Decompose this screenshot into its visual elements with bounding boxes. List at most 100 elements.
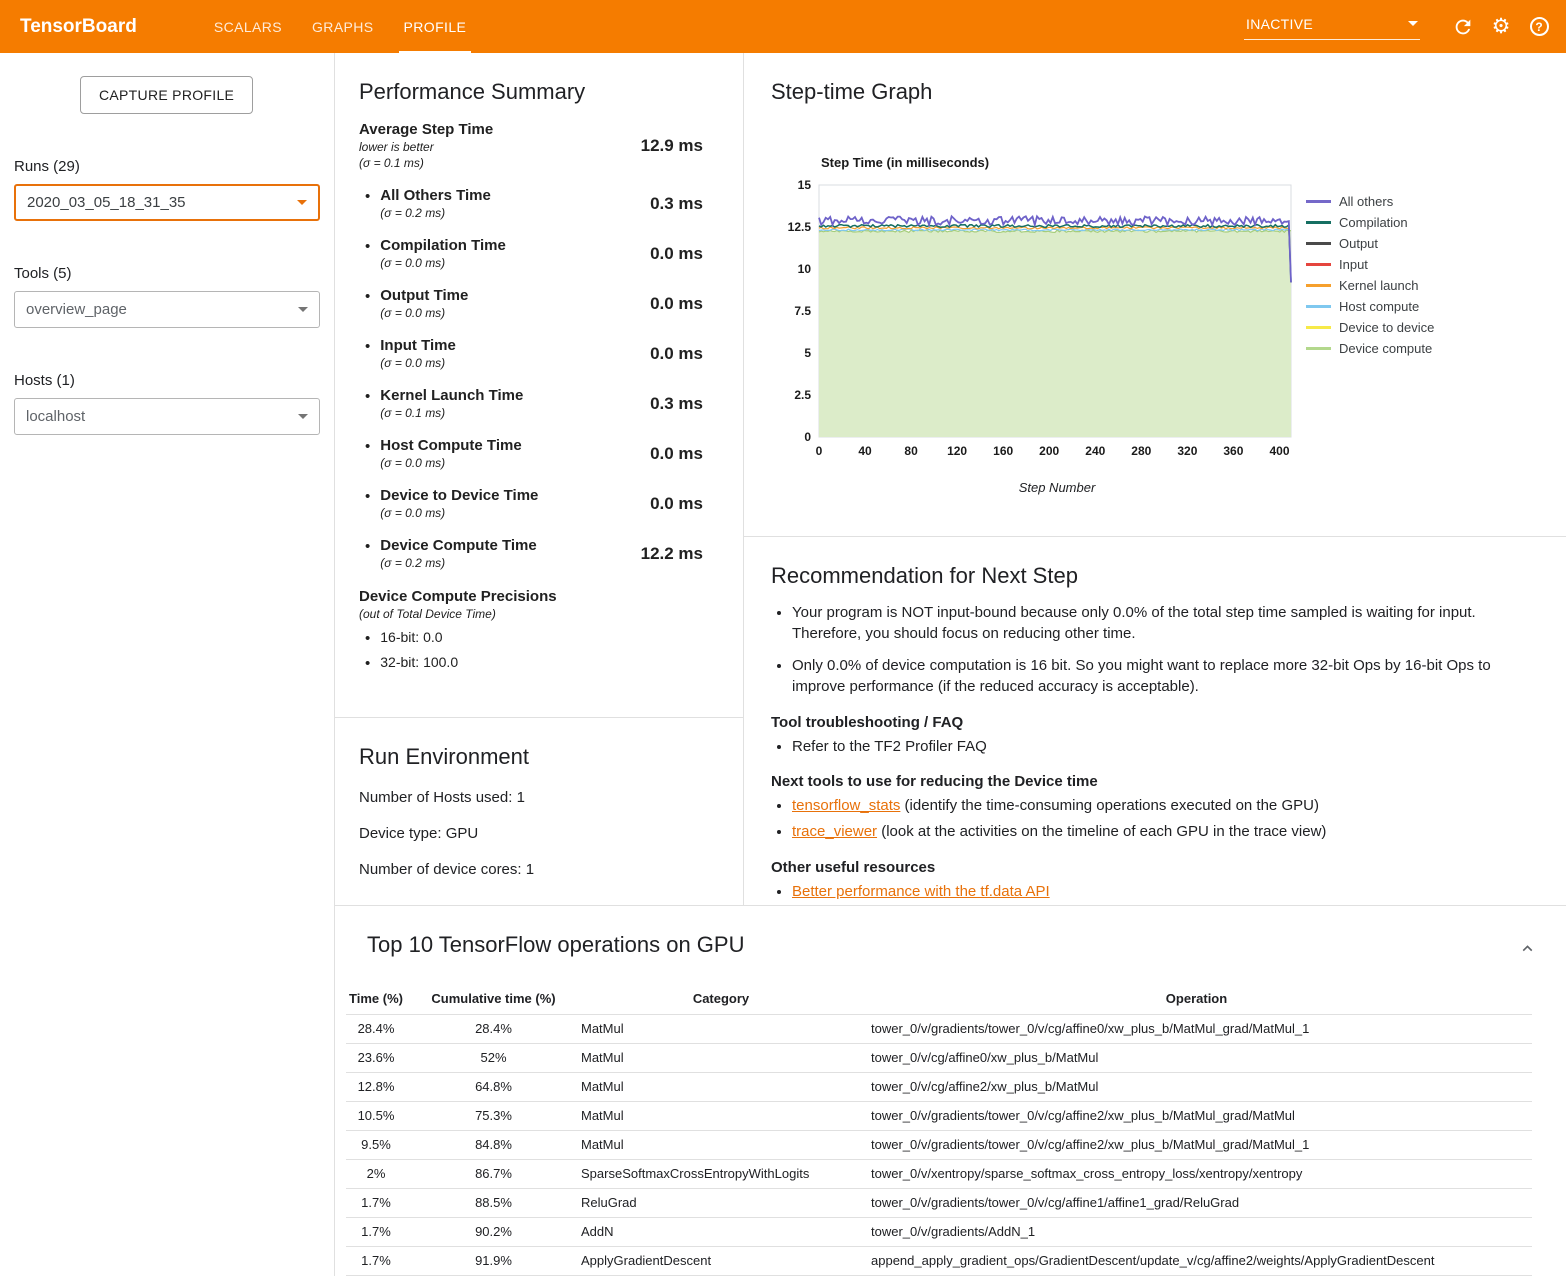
legend-item: Output: [1306, 233, 1434, 254]
app-header: TensorBoard SCALARSGRAPHSPROFILE INACTIV…: [0, 0, 1566, 53]
legend-color-swatch: [1306, 221, 1331, 224]
svg-text:320: 320: [1177, 444, 1197, 458]
tools-select-value: overview_page: [26, 301, 127, 318]
legend-color-swatch: [1306, 242, 1331, 245]
hosts-select-value: localhost: [26, 408, 85, 425]
run-environment-line: Number of Hosts used: 1: [359, 789, 719, 806]
top-ops-card: Top 10 TensorFlow operations on GPU Time…: [335, 905, 1566, 1276]
table-row: 9.5%84.8%MatMultower_0/v/gradients/tower…: [346, 1130, 1532, 1159]
tab-graphs[interactable]: GRAPHS: [297, 0, 389, 53]
average-step-time-row: Average Step Time lower is better (σ = 0…: [359, 121, 703, 170]
main-content: Performance Summary Average Step Time lo…: [334, 53, 1566, 1276]
help-icon[interactable]: ?: [1526, 14, 1552, 40]
svg-text:10: 10: [798, 262, 812, 276]
capture-profile-button[interactable]: CAPTURE PROFILE: [80, 76, 253, 114]
bullet-dot: •: [365, 387, 370, 420]
perf-item: •Compilation Time(σ = 0.0 ms)0.0 ms: [359, 237, 703, 270]
refresh-icon[interactable]: [1450, 14, 1476, 40]
bullet-dot: •: [365, 237, 370, 270]
chevron-down-icon: [297, 200, 307, 205]
faq-bullet: Refer to the TF2 Profiler FAQ: [792, 737, 1531, 758]
chart-legend: All othersCompilationOutputInputKernel l…: [1306, 191, 1434, 359]
legend-item: Compilation: [1306, 212, 1434, 233]
bullet-dot: •: [365, 629, 370, 649]
svg-text:2.5: 2.5: [794, 388, 811, 402]
svg-text:80: 80: [904, 444, 918, 458]
legend-color-swatch: [1306, 347, 1331, 350]
runs-select[interactable]: 2020_03_05_18_31_35: [14, 184, 320, 221]
top-ops-title: Top 10 TensorFlow operations on GPU: [367, 932, 744, 958]
chevron-down-icon: [1408, 21, 1418, 26]
perf-item: •Input Time(σ = 0.0 ms)0.0 ms: [359, 337, 703, 370]
performance-summary-title: Performance Summary: [359, 79, 703, 105]
trace-viewer-link[interactable]: trace_viewer: [792, 823, 877, 840]
svg-text:7.5: 7.5: [794, 304, 811, 318]
svg-text:240: 240: [1085, 444, 1105, 458]
average-step-time-sigma: (σ = 0.1 ms): [359, 156, 493, 170]
perf-item: •Device to Device Time(σ = 0.0 ms)0.0 ms: [359, 487, 703, 520]
recommendation-bullet: Your program is NOT input-bound because …: [792, 603, 1531, 644]
performance-summary-card: Performance Summary Average Step Time lo…: [335, 53, 743, 718]
step-time-chart-svg: 02.557.51012.515040801201602002402803203…: [764, 177, 1309, 477]
status-dropdown[interactable]: INACTIVE: [1244, 14, 1420, 40]
svg-text:0: 0: [804, 430, 811, 444]
perf-item: •Device Compute Time(σ = 0.2 ms)12.2 ms: [359, 537, 703, 570]
table-row: 23.6%52%MatMultower_0/v/cg/affine0/xw_pl…: [346, 1043, 1532, 1072]
legend-item: Input: [1306, 254, 1434, 275]
bullet-dot: •: [365, 654, 370, 674]
faq-heading: Tool troubleshooting / FAQ: [771, 714, 1531, 731]
perf-item: •Kernel Launch Time(σ = 0.1 ms)0.3 ms: [359, 387, 703, 420]
status-dropdown-value: INACTIVE: [1246, 16, 1313, 32]
bullet-dot: •: [365, 437, 370, 470]
legend-item: Host compute: [1306, 296, 1434, 317]
precisions-list: •16-bit: 0.0•32-bit: 100.0: [359, 629, 703, 673]
hosts-select[interactable]: localhost: [14, 398, 320, 435]
step-time-graph-title: Step-time Graph: [771, 79, 932, 105]
run-environment-line: Number of device cores: 1: [359, 861, 719, 878]
next-tools-heading: Next tools to use for reducing the Devic…: [771, 773, 1531, 790]
app-title: TensorBoard: [20, 16, 137, 38]
run-environment-title: Run Environment: [359, 744, 719, 770]
run-environment-line: Device type: GPU: [359, 825, 719, 842]
perf-item: •All Others Time(σ = 0.2 ms)0.3 ms: [359, 187, 703, 220]
svg-text:280: 280: [1131, 444, 1151, 458]
average-step-time-value: 12.9 ms: [641, 136, 703, 156]
tensorflow-stats-link[interactable]: tensorflow_stats: [792, 797, 900, 814]
table-row: 28.4%28.4%MatMultower_0/v/gradients/towe…: [346, 1014, 1532, 1043]
legend-color-swatch: [1306, 284, 1331, 287]
table-row: 10.5%75.3%MatMultower_0/v/gradients/towe…: [346, 1101, 1532, 1130]
tab-profile[interactable]: PROFILE: [389, 0, 482, 53]
chevron-down-icon: [298, 414, 308, 419]
svg-text:400: 400: [1269, 444, 1289, 458]
perf-item: •Host Compute Time(σ = 0.0 ms)0.0 ms: [359, 437, 703, 470]
bullet-dot: •: [365, 337, 370, 370]
runs-label: Runs (29): [14, 158, 334, 175]
sidebar: CAPTURE PROFILE Runs (29) 2020_03_05_18_…: [0, 53, 334, 1276]
settings-gear-icon[interactable]: ⚙: [1488, 14, 1514, 40]
tools-select[interactable]: overview_page: [14, 291, 320, 328]
nav-tabs: SCALARSGRAPHSPROFILE: [199, 0, 481, 53]
recommendation-title: Recommendation for Next Step: [771, 563, 1531, 589]
run-environment-lines: Number of Hosts used: 1 Device type: GPU N…: [359, 789, 719, 878]
chart-xlabel: Step Number: [821, 480, 1293, 495]
table-row: 1.7%91.9%ApplyGradientDescentappend_appl…: [346, 1246, 1532, 1275]
legend-item: Device compute: [1306, 338, 1434, 359]
svg-text:5: 5: [804, 346, 811, 360]
chart-title: Step Time (in milliseconds): [821, 155, 989, 170]
faq-list: Refer to the TF2 Profiler FAQ: [771, 737, 1531, 758]
table-row: 1.7%90.2%AddNtower_0/v/gradients/AddN_1: [346, 1217, 1532, 1246]
svg-text:12.5: 12.5: [788, 220, 812, 234]
resources-heading: Other useful resources: [771, 859, 1531, 876]
tool-links-list: tensorflow_stats (identify the time-cons…: [771, 796, 1531, 842]
recommendation-bullet: Only 0.0% of device computation is 16 bi…: [792, 656, 1531, 697]
table-row: 2%86.7%SparseSoftmaxCrossEntropyWithLogi…: [346, 1159, 1532, 1188]
legend-item: Device to device: [1306, 317, 1434, 338]
tab-scalars[interactable]: SCALARS: [199, 0, 297, 53]
svg-text:0: 0: [816, 444, 823, 458]
tfdata-performance-link[interactable]: Better performance with the tf.data API: [792, 883, 1050, 900]
bullet-dot: •: [365, 187, 370, 220]
collapse-chevron-icon[interactable]: [1519, 940, 1536, 962]
resources-list: Better performance with the tf.data API: [771, 882, 1531, 903]
perf-item: •Output Time(σ = 0.0 ms)0.0 ms: [359, 287, 703, 320]
svg-text:160: 160: [993, 444, 1013, 458]
